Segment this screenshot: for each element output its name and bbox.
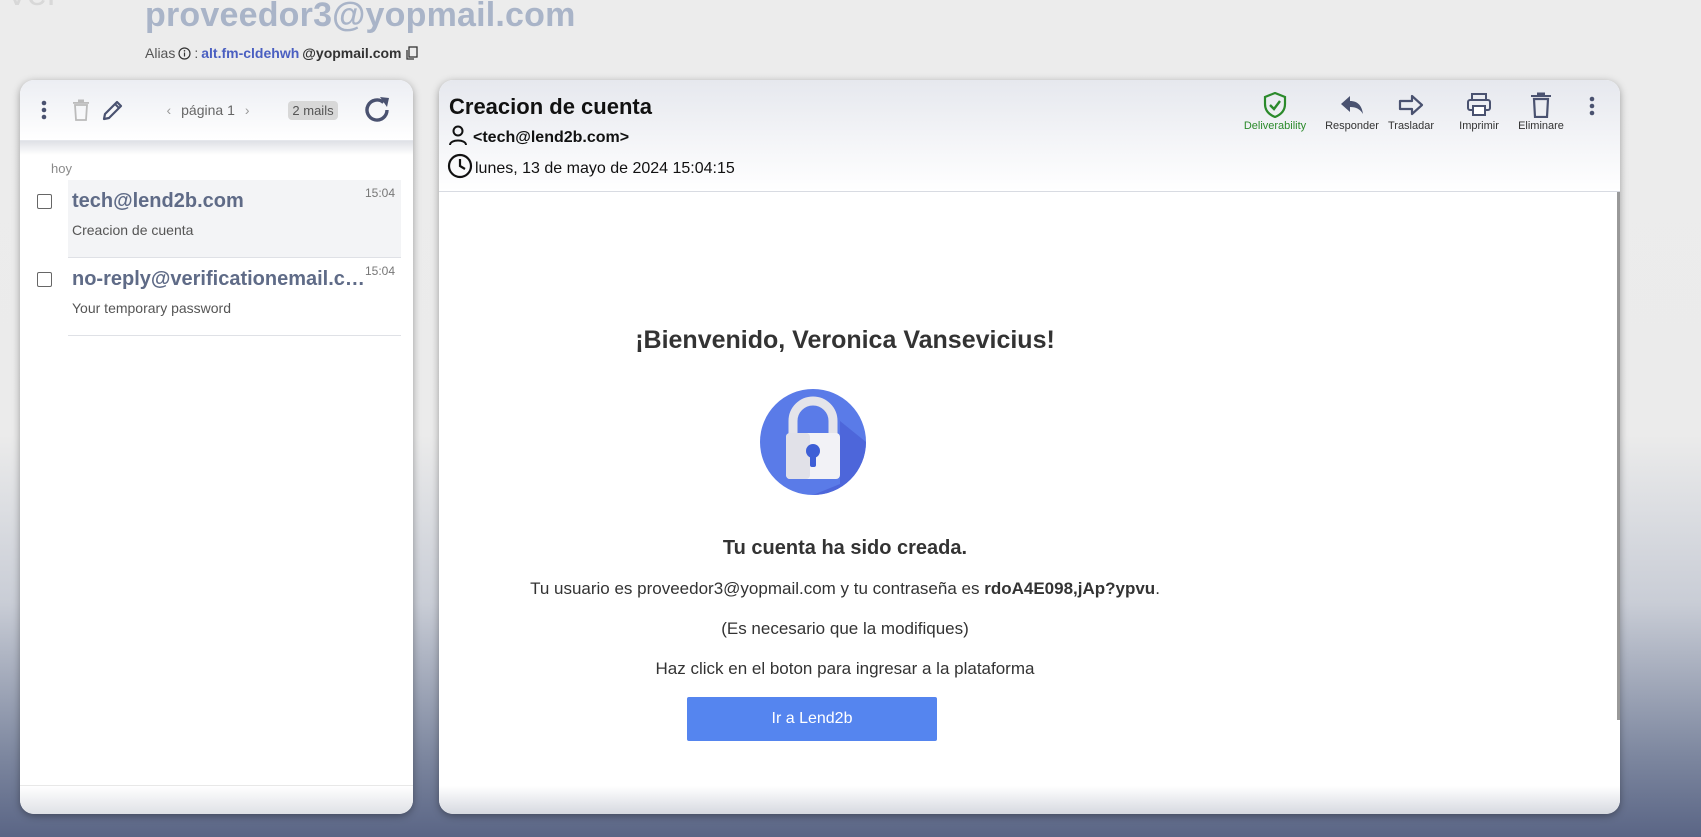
reply-label: Responder <box>1325 120 1379 132</box>
forward-label: Trasladar <box>1387 120 1435 132</box>
trash-icon <box>1531 92 1551 118</box>
mail-time: 15:04 <box>364 264 395 278</box>
mail-time: 15:04 <box>364 186 395 200</box>
inbox-toolbar: ‹ página 1 › 2 mails <box>20 80 413 141</box>
click-instruction: Haz click en el boton para ingresar a la… <box>655 659 1035 678</box>
deliverability-label: Deliverability <box>1243 120 1307 132</box>
mail-subject: Creacion de cuenta <box>72 222 194 238</box>
forward-button[interactable]: Trasladar <box>1376 92 1446 132</box>
delete-label: Eliminare <box>1518 120 1564 132</box>
copy-icon[interactable] <box>405 45 419 61</box>
delete-button[interactable]: Eliminare <box>1506 92 1576 132</box>
next-page-chevron-icon[interactable]: › <box>245 102 250 118</box>
mail-list-item[interactable]: no-reply@verificationemail.com 15:04 You… <box>37 258 401 336</box>
password-value: rdoA4E098,jAp?ypvu <box>984 579 1156 598</box>
forward-icon <box>1398 94 1424 116</box>
sender-row: <tech@lend2b.com> <box>447 124 629 151</box>
mail-list-item[interactable]: tech@lend2b.com 15:04 Creacion de cuenta <box>37 180 401 258</box>
mail-sender: tech@lend2b.com <box>72 190 244 212</box>
more-menu-icon[interactable] <box>38 80 50 140</box>
message-date: lunes, 13 de mayo de 2024 15:04:15 <box>475 159 735 177</box>
toolbar-shadow <box>20 141 413 155</box>
mail-checkbox[interactable] <box>37 272 52 287</box>
message-subject: Creacion de cuenta <box>449 94 652 119</box>
change-password-note: (Es necesario que la modifiques) <box>721 619 969 638</box>
inbox-footer <box>20 785 413 814</box>
alias-label: Alias <box>145 45 176 61</box>
mailbox-address: proveedor3@yopmail.com <box>145 0 576 34</box>
reply-icon <box>1341 96 1363 114</box>
message-footer <box>439 786 1620 814</box>
pager: ‹ página 1 › <box>158 80 258 140</box>
alias-domain: @yopmail.com <box>302 45 402 61</box>
print-label: Imprimir <box>1459 120 1499 132</box>
mail-count-badge: 2 mails <box>288 100 338 120</box>
date-row: lunes, 13 de mayo de 2024 15:04:15 <box>447 153 735 184</box>
inbox-panel: ‹ página 1 › 2 mails hoy tech@lend2b.com… <box>20 80 413 814</box>
print-button[interactable]: Imprimir <box>1444 92 1514 132</box>
alias-row: Alias : alt.fm-cldehwh @yopmail.com <box>145 45 419 61</box>
printer-icon <box>1467 93 1491 116</box>
day-label: hoy <box>51 161 72 176</box>
welcome-heading: ¡Bienvenido, Veronica Vansevicius! <box>635 326 1055 354</box>
message-header: Creacion de cuenta <tech@lend2b.com> lun… <box>439 80 1620 192</box>
message-more-menu-icon[interactable] <box>1589 96 1595 123</box>
credentials-prefix: Tu usuario es proveedor3@yopmail.com y t… <box>530 579 985 598</box>
message-scrollbar[interactable] <box>1617 192 1620 720</box>
page-title-fragment: Ver <box>5 0 59 14</box>
alias-separator: : <box>194 45 199 61</box>
lock-icon <box>760 389 866 500</box>
mail-sender: no-reply@verificationemail.com <box>72 268 367 290</box>
alias-name-link[interactable]: alt.fm-cldehwh <box>201 45 299 61</box>
account-created-heading: Tu cuenta ha sido creada. <box>722 537 968 559</box>
info-icon[interactable] <box>178 46 191 60</box>
refresh-icon[interactable] <box>360 80 394 140</box>
credentials-line: Tu usuario es proveedor3@yopmail.com y t… <box>439 579 1251 599</box>
prev-page-chevron-icon[interactable]: ‹ <box>166 102 171 118</box>
message-body: ¡Bienvenido, Veronica Vansevicius! Tu cu… <box>439 192 1620 786</box>
mail-checkbox[interactable] <box>37 194 52 209</box>
credentials-suffix: . <box>1155 579 1160 598</box>
mail-subject: Your temporary password <box>72 300 232 316</box>
shield-check-icon <box>1263 92 1287 118</box>
deliverability-button[interactable]: Deliverability <box>1240 92 1310 132</box>
pager-label: página 1 <box>181 102 235 118</box>
person-icon <box>447 124 469 151</box>
trash-icon[interactable] <box>70 80 92 140</box>
mail-count-badge-wrap: 2 mails <box>288 80 338 140</box>
message-sender: <tech@lend2b.com> <box>473 128 630 146</box>
compose-pencil-icon[interactable] <box>100 80 126 140</box>
message-panel: Creacion de cuenta <tech@lend2b.com> lun… <box>439 80 1620 814</box>
go-to-lend2b-button[interactable]: Ir a Lend2b <box>687 697 937 741</box>
clock-icon <box>447 153 473 184</box>
